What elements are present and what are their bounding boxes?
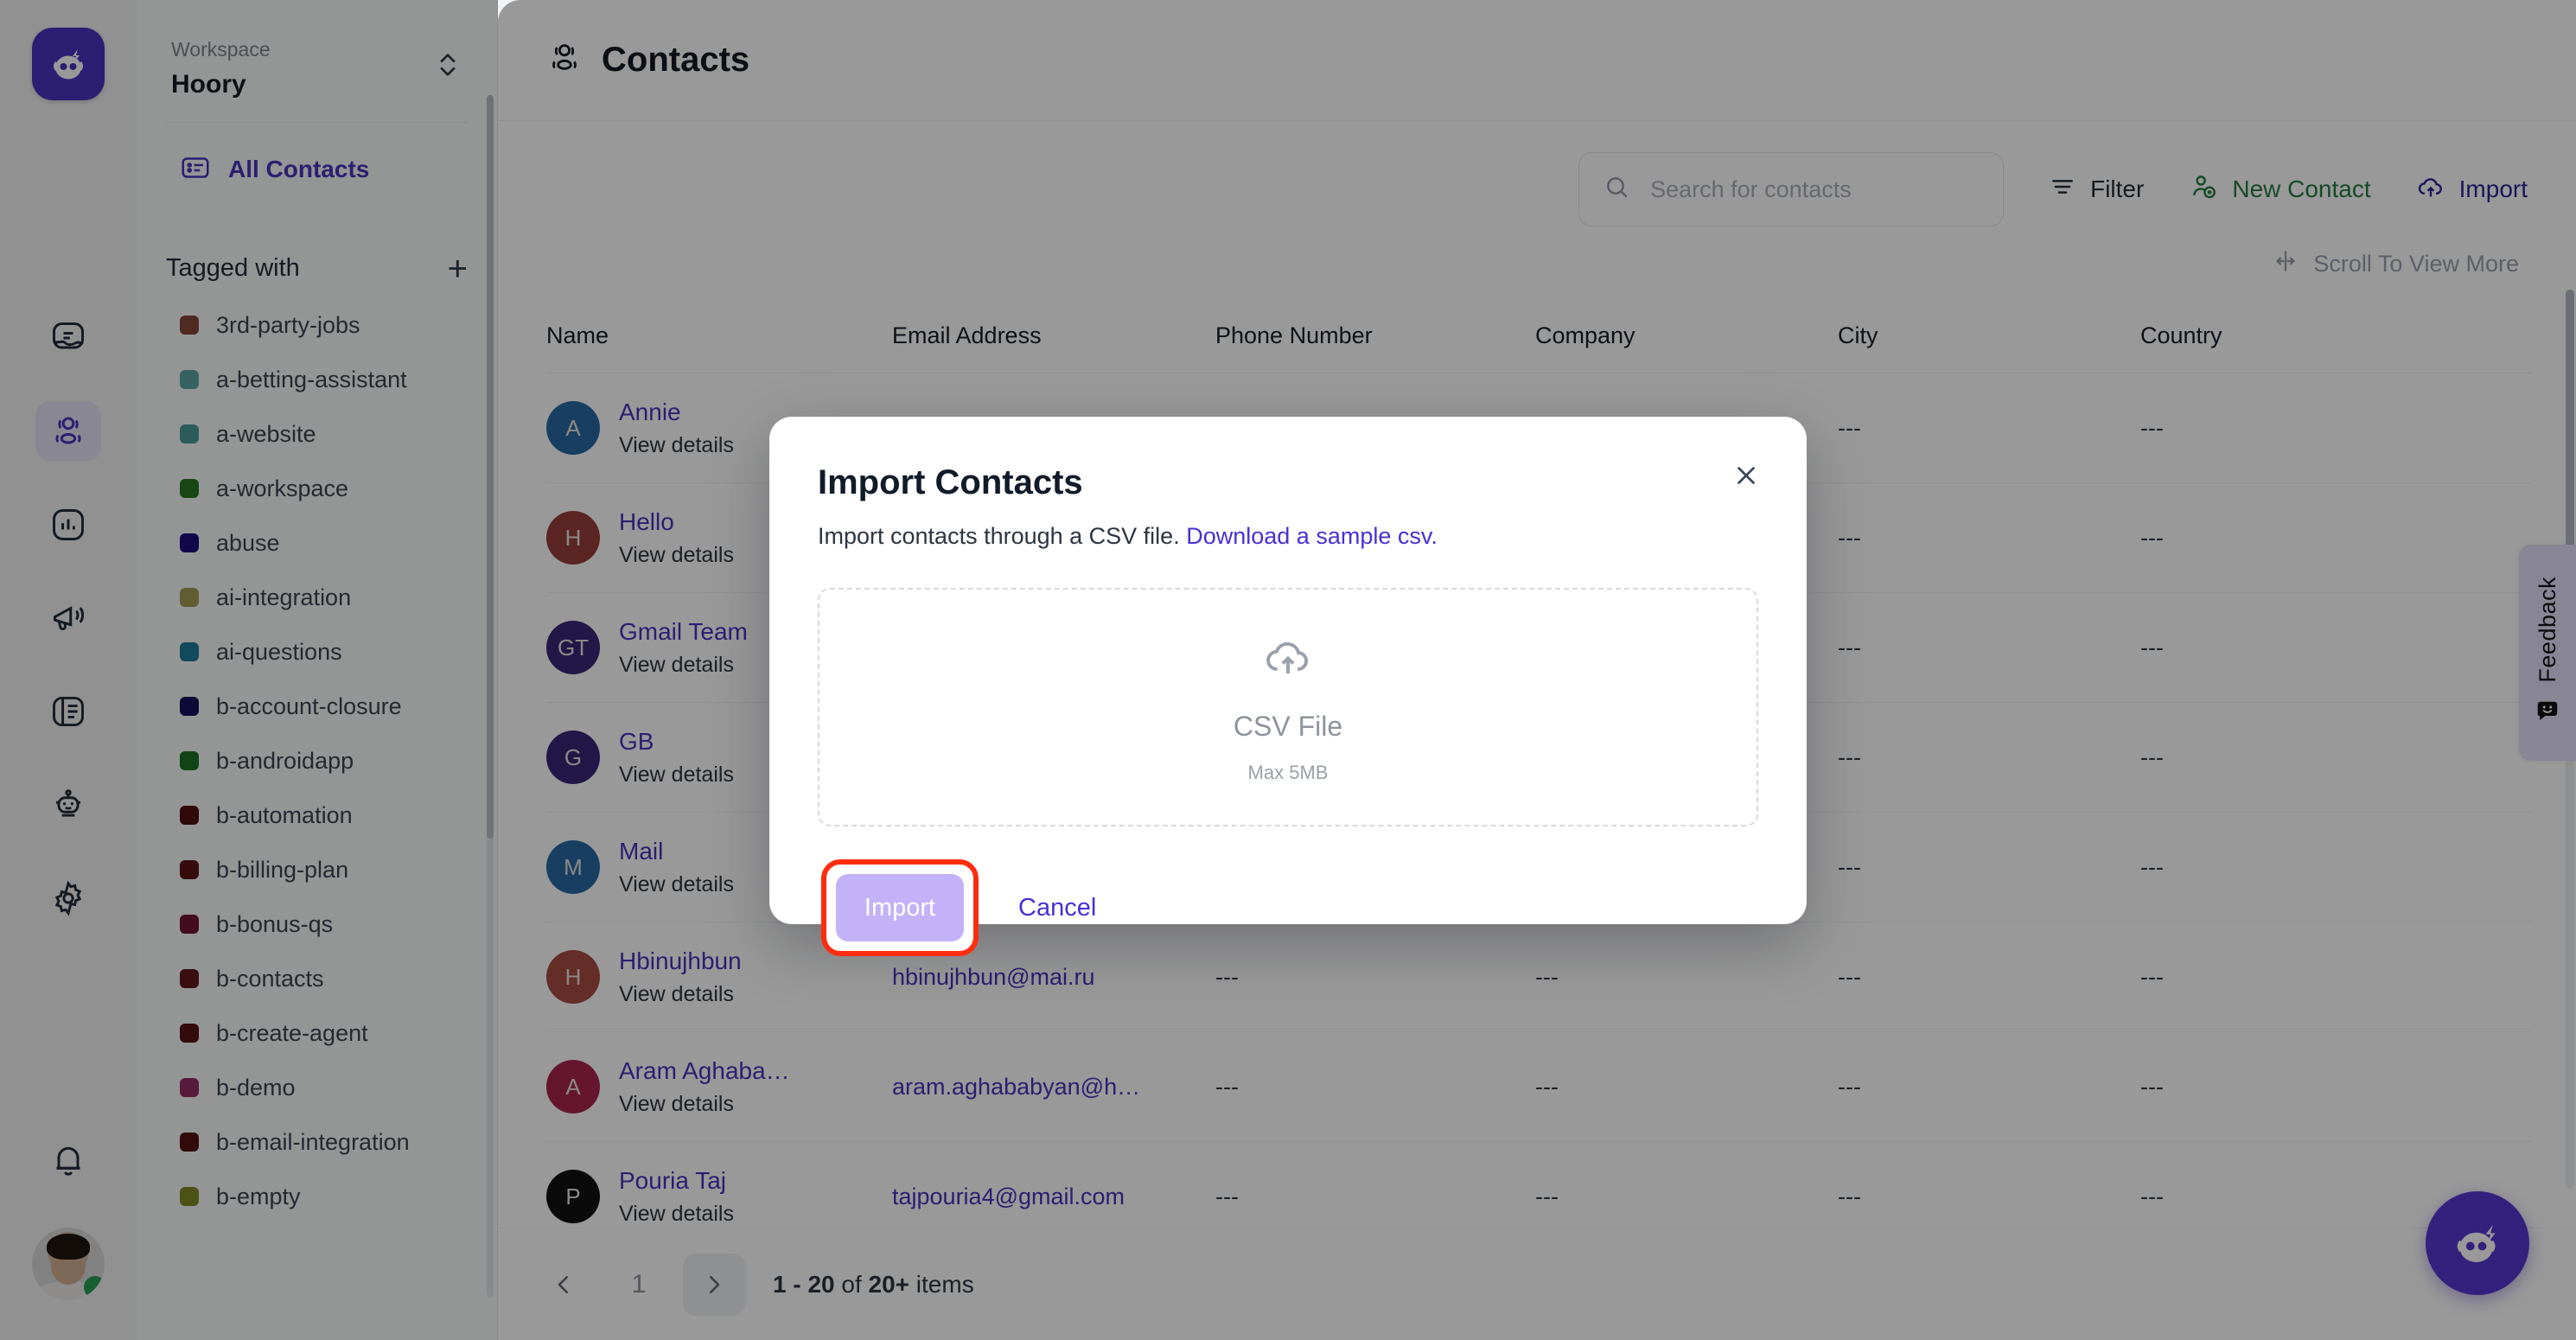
import-contacts-dialog: Import Contacts Import contacts through …: [769, 417, 1807, 956]
download-sample-csv-link[interactable]: Download a sample csv.: [1186, 523, 1438, 549]
app-root: Workspace Hoory All Contacts Tagged with…: [0, 0, 2576, 1340]
dialog-cancel-button[interactable]: Cancel: [1018, 894, 1096, 922]
cloud-upload-icon: [1261, 630, 1315, 688]
dialog-title: Import Contacts: [818, 463, 1083, 501]
dialog-import-button[interactable]: Import: [836, 874, 964, 941]
dropzone-subtitle: Max 5MB: [1247, 762, 1329, 783]
close-icon[interactable]: [1725, 455, 1767, 496]
dialog-description: Import contacts through a CSV file. Down…: [818, 523, 1758, 550]
dialog-description-text: Import contacts through a CSV file.: [818, 523, 1180, 549]
csv-dropzone[interactable]: CSV File Max 5MB: [818, 588, 1758, 826]
dialog-actions: Import Cancel: [821, 859, 1758, 956]
import-button-highlight: Import: [821, 859, 979, 956]
dropzone-title: CSV File: [1233, 711, 1343, 742]
